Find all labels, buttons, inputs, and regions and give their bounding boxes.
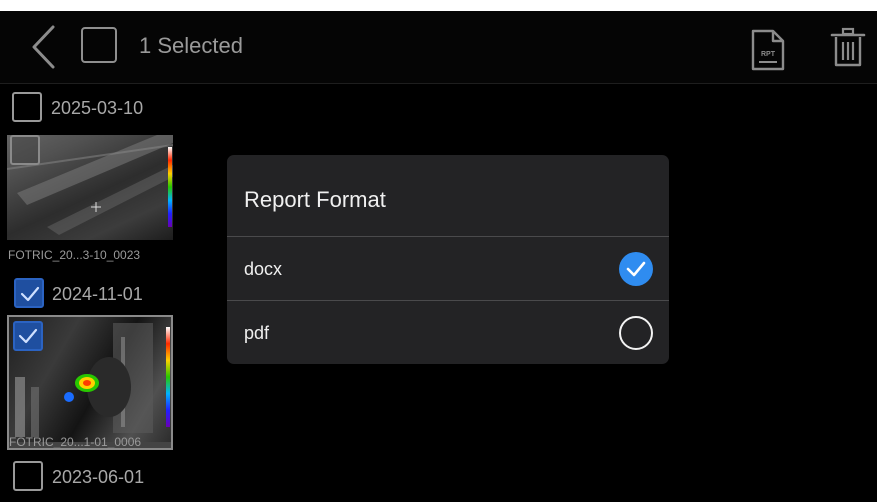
- check-icon: [18, 328, 38, 344]
- temperature-scale-bar: [168, 147, 172, 227]
- chevron-left-icon: [32, 25, 55, 69]
- dialog-title: Report Format: [244, 187, 386, 212]
- radio-unchecked-icon[interactable]: [619, 316, 653, 350]
- rpt-document-icon: RPT: [751, 29, 785, 71]
- group-date: 2023-06-01: [52, 467, 145, 487]
- rpt-label: RPT: [761, 51, 776, 58]
- trash-icon: [830, 27, 866, 67]
- option-docx[interactable]: docx: [227, 237, 669, 300]
- thermal-thumbnail-selected[interactable]: FOTRIC_20...1-01_0006: [7, 315, 173, 450]
- top-bar: 1 Selected RPT: [0, 11, 877, 84]
- option-label: docx: [244, 259, 283, 279]
- option-label: pdf: [244, 323, 270, 343]
- check-icon: [20, 286, 40, 302]
- group-checkbox-2025-03-10[interactable]: [12, 92, 42, 122]
- thumbnail-checkbox[interactable]: [13, 321, 43, 351]
- report-format-dialog: Report Format docx pdf: [227, 155, 669, 364]
- temperature-scale-bar: [166, 327, 170, 427]
- delete-button[interactable]: [830, 27, 866, 69]
- radio-checked-icon[interactable]: [619, 252, 653, 286]
- select-all-checkbox[interactable]: [81, 27, 117, 63]
- selected-count: 1 Selected: [139, 33, 243, 58]
- group-date: 2024-11-01: [52, 284, 143, 304]
- back-button[interactable]: [25, 23, 65, 71]
- option-pdf[interactable]: pdf: [227, 301, 669, 364]
- group-date: 2025-03-10: [51, 98, 144, 118]
- thermal-thumbnail[interactable]: [7, 135, 173, 240]
- thumbnail-checkbox[interactable]: [10, 135, 40, 165]
- group-checkbox-2023-06-01[interactable]: [13, 461, 43, 491]
- report-button[interactable]: RPT: [750, 29, 786, 71]
- thumbnail-filename: FOTRIC_20...1-01_0006: [9, 435, 142, 449]
- group-checkbox-2024-11-01[interactable]: [14, 278, 44, 308]
- app-screen: 1 Selected RPT 2025-03-10 FOTRIC_20...3-…: [0, 11, 877, 502]
- thumbnail-filename: FOTRIC_20...3-10_0023: [8, 248, 141, 262]
